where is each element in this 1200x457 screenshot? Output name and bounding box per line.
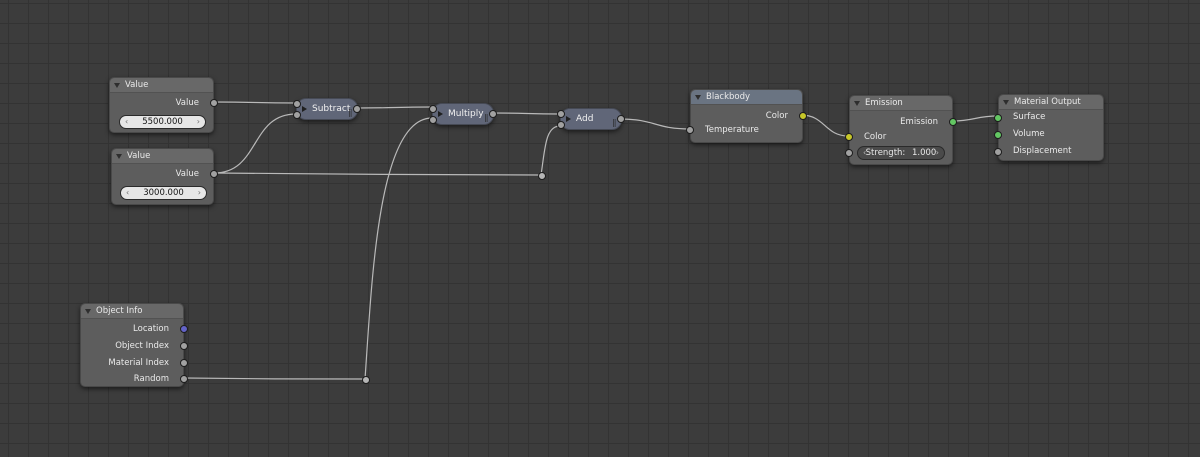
object-index-output-label: Object Index <box>115 341 169 351</box>
node-header[interactable]: Value <box>112 149 213 164</box>
expand-icon[interactable] <box>438 111 443 117</box>
displacement-input-socket[interactable] <box>994 148 1002 156</box>
value-output-socket[interactable] <box>210 170 218 178</box>
volume-input-socket[interactable] <box>994 131 1002 139</box>
node-header[interactable]: Object Info <box>81 304 183 319</box>
value-node-1[interactable]: Value Value ‹ 5500.000 › <box>109 77 218 133</box>
collapse-icon[interactable] <box>854 101 860 106</box>
decrement-arrow-icon[interactable]: ‹ <box>863 147 866 159</box>
input-socket[interactable] <box>557 121 565 129</box>
node-title: Material Output <box>1014 97 1081 107</box>
input-socket[interactable] <box>293 111 301 119</box>
output-socket[interactable] <box>353 105 361 113</box>
increment-arrow-icon[interactable]: › <box>936 147 939 159</box>
temperature-input-socket[interactable] <box>686 126 694 134</box>
link-random-reroute <box>183 377 366 380</box>
add-node[interactable]: Add || <box>557 108 625 133</box>
link-subtract-multiply <box>356 106 433 109</box>
output-socket[interactable] <box>617 115 625 123</box>
emission-output-socket[interactable] <box>949 118 957 126</box>
reroute-point[interactable] <box>362 376 370 384</box>
collapse-icon[interactable] <box>116 154 122 159</box>
color-output-socket[interactable] <box>799 112 807 120</box>
link-value2-subtract <box>213 113 297 174</box>
node-header[interactable]: Emission <box>850 96 952 111</box>
strength-value: 1.000 <box>912 148 937 158</box>
node-header[interactable]: Blackbody <box>691 90 802 105</box>
node-title: Object Info <box>96 306 143 316</box>
collapse-icon[interactable] <box>85 309 91 314</box>
input-socket[interactable] <box>429 116 437 124</box>
value-output-label: Value <box>175 169 199 179</box>
output-socket[interactable] <box>489 110 497 118</box>
collapse-icon[interactable] <box>114 83 120 88</box>
value-field[interactable]: ‹ 3000.000 › <box>120 186 207 200</box>
resize-grip-icon[interactable]: || <box>612 113 617 133</box>
material-output-node[interactable]: Material Output Surface Volume Displacem… <box>994 94 1104 161</box>
emission-node[interactable]: Emission Emission Color ‹ Strength: 1.00… <box>845 95 957 165</box>
material-index-output-socket[interactable] <box>180 359 188 367</box>
resize-grip-icon[interactable]: || <box>484 108 489 128</box>
link-reroute-multiply <box>364 117 433 380</box>
surface-input-label: Surface <box>1013 112 1046 122</box>
input-socket[interactable] <box>293 100 301 108</box>
random-output-socket[interactable] <box>180 375 188 383</box>
temperature-input-label: Temperature <box>705 125 759 135</box>
node-title: Value <box>127 151 151 161</box>
node-title: Value <box>125 80 149 90</box>
strength-field[interactable]: ‹ Strength: 1.000 › <box>857 146 945 160</box>
location-output-label: Location <box>133 324 169 334</box>
multiply-node[interactable]: Multiply || <box>429 103 497 128</box>
location-output-socket[interactable] <box>180 325 188 333</box>
blackbody-node[interactable]: Blackbody Color Temperature <box>686 89 807 143</box>
node-title: Blackbody <box>706 92 751 102</box>
collapse-icon[interactable] <box>1003 100 1009 105</box>
emission-output-label: Emission <box>900 117 938 127</box>
decrement-arrow-icon[interactable]: ‹ <box>125 116 128 128</box>
link-value2-reroute <box>213 172 542 176</box>
value-field[interactable]: ‹ 5500.000 › <box>119 115 206 129</box>
node-label: Multiply <box>448 109 484 119</box>
reroute-point[interactable] <box>538 172 546 180</box>
color-output-label: Color <box>765 111 788 121</box>
strength-input-socket[interactable] <box>845 149 853 157</box>
value-field-text: 3000.000 <box>143 188 184 198</box>
subtract-node[interactable]: Subtract || <box>293 98 361 123</box>
value-field-text: 5500.000 <box>142 117 183 127</box>
node-label: Add <box>576 114 594 124</box>
color-input-label: Color <box>864 132 887 142</box>
link-reroute-add <box>540 125 561 176</box>
material-index-output-label: Material Index <box>108 358 169 368</box>
expand-icon[interactable] <box>302 106 307 112</box>
node-header[interactable]: Value <box>110 78 213 93</box>
link-value1-subtract <box>213 101 297 104</box>
color-input-socket[interactable] <box>845 133 853 141</box>
link-blackbody-emission <box>800 114 849 137</box>
resize-grip-icon[interactable]: || <box>348 103 353 123</box>
node-title: Emission <box>865 98 903 108</box>
input-socket[interactable] <box>557 110 565 118</box>
node-label: Subtract <box>312 104 351 114</box>
expand-icon[interactable] <box>566 116 571 122</box>
object-info-node[interactable]: Object Info Location Object Index Materi… <box>80 303 188 387</box>
link-multiply-add <box>492 112 561 115</box>
increment-arrow-icon[interactable]: › <box>197 116 200 128</box>
link-add-blackbody <box>619 118 691 130</box>
decrement-arrow-icon[interactable]: ‹ <box>126 187 129 199</box>
node-links <box>183 101 999 380</box>
displacement-input-label: Displacement <box>1013 146 1072 156</box>
collapse-icon[interactable] <box>695 95 701 100</box>
node-header[interactable]: Material Output <box>999 95 1103 110</box>
value-output-label: Value <box>175 98 199 108</box>
strength-label: Strength: <box>865 148 906 158</box>
value-node-2[interactable]: Value Value ‹ 3000.000 › <box>111 148 218 205</box>
surface-input-socket[interactable] <box>994 114 1002 122</box>
value-output-socket[interactable] <box>210 99 218 107</box>
volume-input-label: Volume <box>1013 129 1045 139</box>
link-emission-output <box>951 115 999 122</box>
object-index-output-socket[interactable] <box>180 342 188 350</box>
increment-arrow-icon[interactable]: › <box>198 187 201 199</box>
input-socket[interactable] <box>429 105 437 113</box>
random-output-label: Random <box>133 374 169 384</box>
